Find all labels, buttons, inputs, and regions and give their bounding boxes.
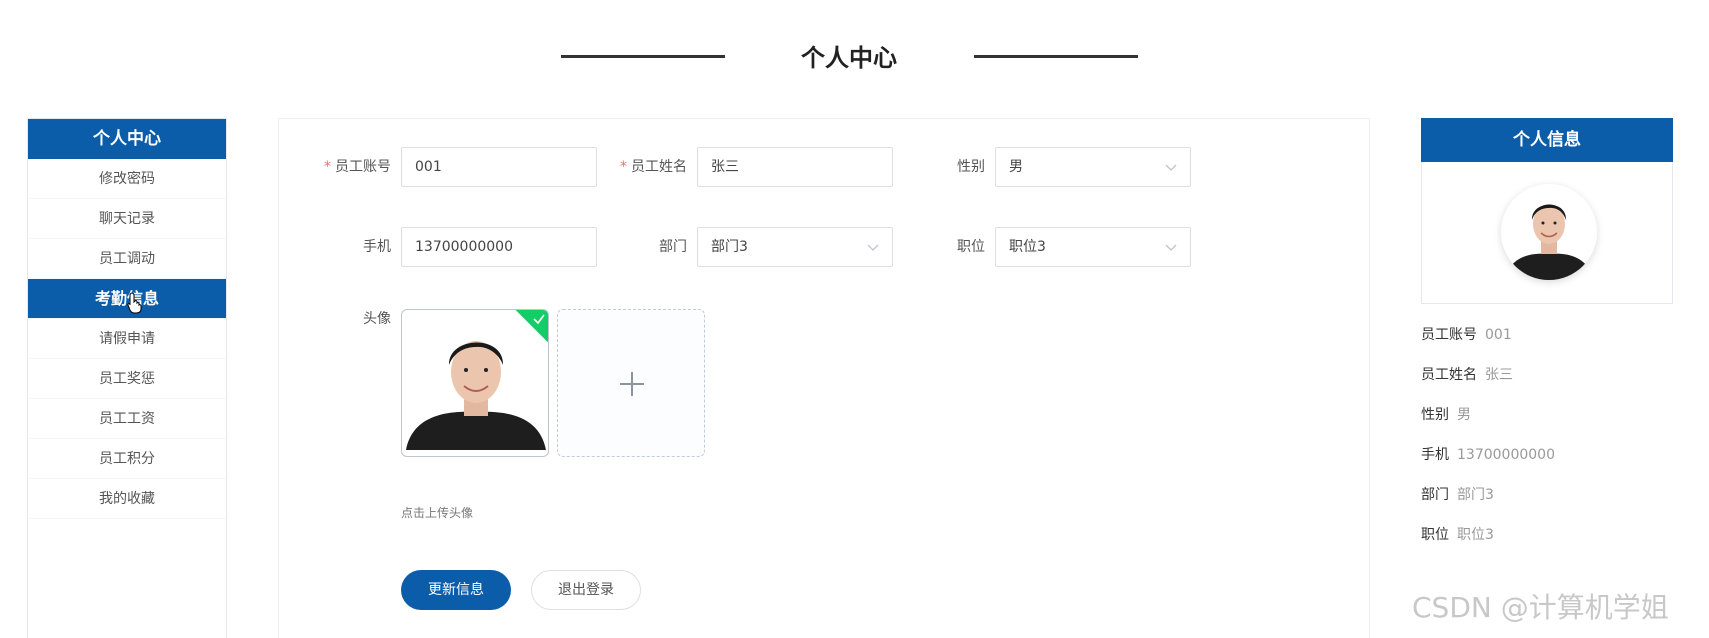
info-label: 手机: [1421, 447, 1449, 463]
personal-info-panel: 个人信息 员工账号 001 员工姓名 张三 性别男 手机 13700000000 部门…: [1421, 118, 1673, 543]
account-label: * 员工账号: [324, 159, 391, 175]
title-divider-left: [561, 55, 725, 58]
chevron-down-icon: [1165, 164, 1177, 171]
sidebar-item-chat-history[interactable]: 聊天记录: [28, 199, 226, 239]
name-input[interactable]: 张三: [697, 147, 893, 187]
sidebar-item-salary[interactable]: 员工工资: [28, 399, 226, 439]
sidebar-item-favorites[interactable]: 我的收藏: [28, 479, 226, 519]
info-label: 职位: [1421, 527, 1449, 543]
title-divider-right: [974, 55, 1138, 58]
sidebar-item-leave-request[interactable]: 请假申请: [28, 319, 226, 359]
phone-input[interactable]: 13700000000: [401, 227, 597, 267]
info-value: 13700000000: [1457, 447, 1555, 463]
watermark: CSDN @计算机学姐: [1412, 591, 1669, 624]
info-value: 职位3: [1457, 527, 1494, 543]
avatar-upload-button[interactable]: [557, 309, 705, 457]
info-row-gender: 性别男: [1421, 404, 1471, 424]
plus-icon-vertical: [631, 372, 633, 396]
sidebar-item-change-password[interactable]: 修改密码: [28, 159, 226, 199]
info-row-dept: 部门 部门3: [1421, 484, 1494, 504]
info-row-account: 员工账号 001: [1421, 324, 1512, 344]
account-input[interactable]: 001: [401, 147, 597, 187]
info-row-position: 职位 职位3: [1421, 524, 1494, 544]
sidebar-menu: 个人中心 修改密码 聊天记录 员工调动 考勤信息 请假申请 员工奖惩 员工工资 …: [27, 118, 227, 638]
info-header: 个人信息: [1421, 118, 1673, 162]
check-icon: [533, 314, 545, 325]
gender-label: 性别: [957, 159, 985, 175]
info-value: 部门3: [1457, 487, 1494, 503]
position-value: 职位3: [1009, 239, 1046, 255]
sidebar-item-points[interactable]: 员工积分: [28, 439, 226, 479]
info-row-phone: 手机 13700000000: [1421, 444, 1555, 464]
chevron-down-icon: [867, 244, 879, 251]
avatar-photo: [406, 314, 546, 454]
info-label: 性别: [1421, 407, 1449, 423]
gender-select[interactable]: 男: [995, 147, 1191, 187]
info-label: 员工姓名: [1421, 367, 1477, 383]
chevron-down-icon: [1165, 244, 1177, 251]
phone-label: 手机: [363, 239, 391, 255]
page-title: 个人中心: [801, 44, 897, 72]
logout-button[interactable]: 退出登录: [531, 570, 641, 610]
dept-select[interactable]: 部门3: [697, 227, 893, 267]
info-value: 张三: [1485, 367, 1513, 383]
info-label: 员工账号: [1421, 327, 1477, 343]
dept-label: 部门: [659, 239, 687, 255]
info-avatar-frame: [1421, 162, 1673, 304]
hand-cursor-icon: [127, 292, 142, 314]
info-row-name: 员工姓名 张三: [1421, 364, 1513, 384]
position-label: 职位: [957, 239, 985, 255]
name-label: * 员工姓名: [620, 159, 687, 175]
info-avatar: [1501, 184, 1597, 280]
sidebar-item-staff-transfer[interactable]: 员工调动: [28, 239, 226, 279]
upload-tip: 点击上传头像: [401, 506, 474, 520]
update-info-button[interactable]: 更新信息: [401, 570, 511, 610]
dept-value: 部门3: [711, 239, 748, 255]
profile-form: * 员工账号 001 * 员工姓名 张三 性别 男 手机 13700000000 部…: [278, 118, 1370, 638]
info-value: 男: [1457, 407, 1471, 423]
gender-value: 男: [1009, 159, 1023, 175]
sidebar-item-rewards-penalties[interactable]: 员工奖惩: [28, 359, 226, 399]
info-label: 部门: [1421, 487, 1449, 503]
avatar-photo-small: [1501, 184, 1597, 280]
title-bar: 个人中心: [0, 30, 1709, 76]
sidebar-header: 个人中心: [28, 119, 226, 159]
position-select[interactable]: 职位3: [995, 227, 1191, 267]
avatar-thumbnail[interactable]: [401, 309, 549, 457]
info-value: 001: [1485, 327, 1512, 343]
avatar-label: 头像: [363, 311, 391, 327]
